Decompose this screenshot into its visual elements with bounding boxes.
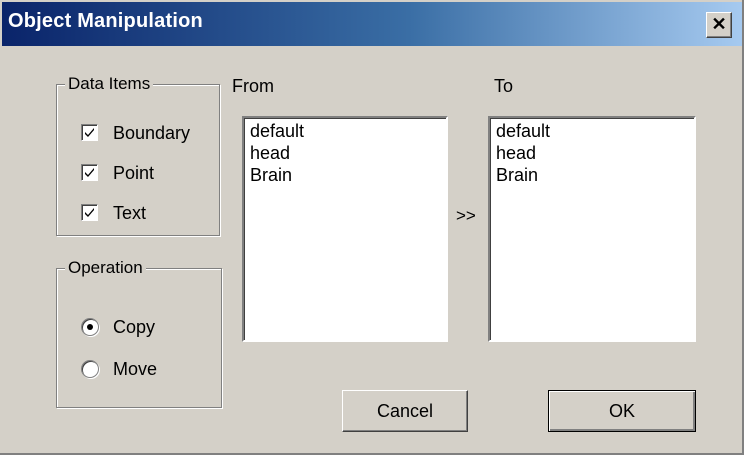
copy-label: Copy — [113, 317, 156, 337]
checkmark-icon — [85, 168, 94, 177]
checkmark-icon — [85, 208, 94, 217]
to-label: To — [494, 76, 514, 96]
cancel-button-label: Cancel — [376, 401, 434, 421]
text-checkbox[interactable] — [81, 204, 98, 221]
move-radio[interactable] — [81, 360, 99, 378]
close-icon: ✕ — [711, 14, 727, 34]
point-label: Point — [113, 163, 155, 183]
operation-group: Operation Copy Move — [56, 256, 222, 408]
to-listbox[interactable]: default head Brain — [488, 116, 696, 342]
point-checkbox[interactable] — [81, 164, 98, 181]
boundary-checkbox[interactable] — [81, 124, 98, 141]
boundary-label: Boundary — [113, 123, 191, 143]
radio-selected-dot — [87, 324, 93, 330]
checkmark-icon — [85, 128, 94, 137]
title-bar[interactable]: Object Manipulation ✕ — [2, 2, 742, 46]
copy-radio[interactable] — [81, 318, 99, 336]
from-listbox[interactable]: default head Brain — [242, 116, 448, 342]
window-title: Object Manipulation — [8, 10, 203, 32]
transfer-button[interactable]: >> — [456, 204, 476, 228]
to-list-item[interactable]: Brain — [496, 164, 538, 186]
ok-button-label: OK — [608, 401, 635, 421]
ok-button[interactable]: OK — [548, 390, 696, 432]
from-label: From — [232, 76, 274, 96]
close-button[interactable]: ✕ — [706, 12, 732, 38]
cancel-button[interactable]: Cancel — [342, 390, 468, 432]
data-items-group: Data Items Boundary Point Text — [56, 72, 220, 236]
to-list-item[interactable]: head — [496, 142, 536, 164]
to-list-item[interactable]: default — [496, 120, 550, 142]
operation-legend: Operation — [65, 256, 146, 280]
from-list-item[interactable]: Brain — [250, 164, 292, 186]
from-list-item[interactable]: head — [250, 142, 290, 164]
from-list-item[interactable]: default — [250, 120, 304, 142]
text-label: Text — [113, 203, 147, 223]
data-items-legend: Data Items — [65, 72, 154, 96]
move-label: Move — [113, 359, 158, 379]
dialog-window: Object Manipulation ✕ Data Items Boundar… — [0, 0, 744, 455]
